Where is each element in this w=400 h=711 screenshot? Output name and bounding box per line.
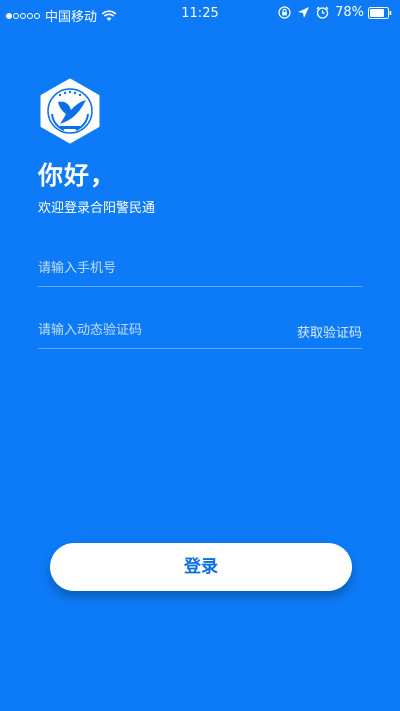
location-arrow-icon	[298, 7, 310, 18]
phone-input[interactable]	[38, 252, 268, 284]
greeting-title: 你好，	[38, 161, 117, 190]
battery-percent: 78%	[335, 5, 364, 20]
status-bar: 中国移动 11:25 78%	[0, 0, 400, 28]
get-code-button[interactable]: 获取验证码	[297, 322, 362, 341]
welcome-subtitle: 欢迎登录合阳警民通	[38, 201, 156, 216]
battery-icon	[368, 6, 392, 19]
police-badge-dove-logo	[40, 78, 100, 144]
alarm-clock-icon	[316, 6, 329, 19]
status-right: 78%	[272, 5, 392, 20]
phone-field	[38, 252, 362, 287]
verification-code-input[interactable]	[38, 314, 268, 346]
verification-code-field: 获取验证码	[38, 314, 362, 349]
login-button[interactable]: 登录	[50, 543, 352, 591]
rotation-lock-icon	[278, 6, 291, 19]
